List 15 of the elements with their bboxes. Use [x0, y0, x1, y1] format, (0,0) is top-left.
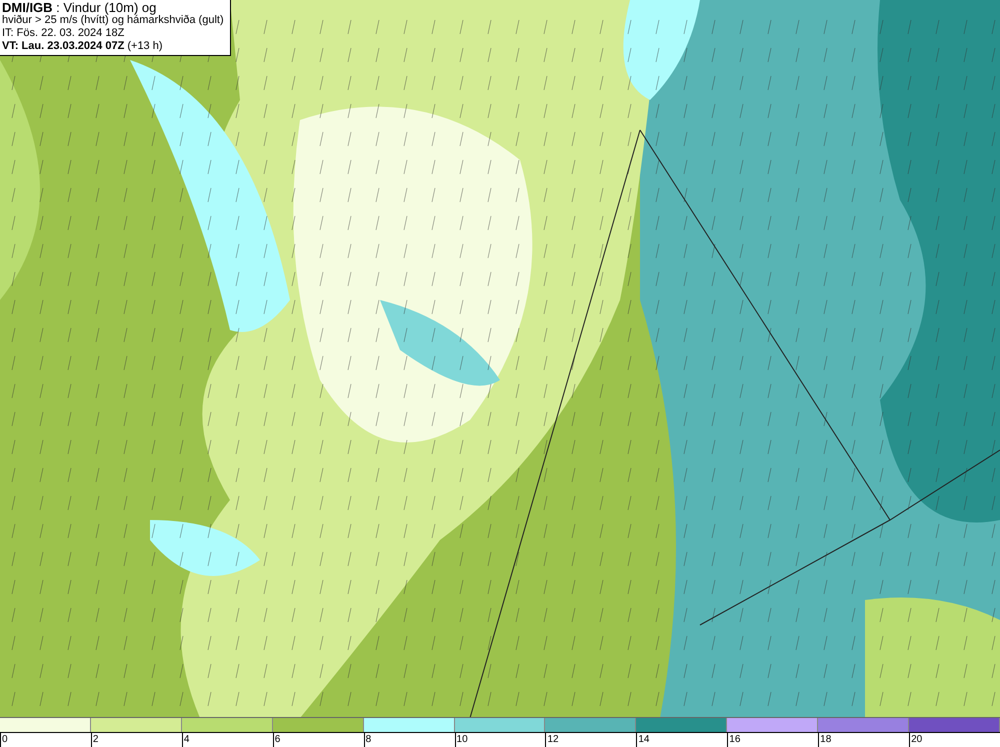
scale-label: 10	[454, 733, 468, 747]
scale-label: 16	[727, 733, 740, 747]
scale-label: 18	[818, 733, 832, 747]
scale-label: 0	[0, 733, 8, 747]
scale-label: 6	[272, 733, 280, 747]
info-text: DMI/IGB : Vindur (10m) og	[2, 1, 156, 14]
scale-label: 12	[545, 733, 559, 747]
scale-label: 4	[182, 733, 190, 747]
info-text: hviður > 25 m/s (hvítt) og hámarkshviða (gult)	[2, 14, 225, 27]
scale-label: 2	[90, 733, 98, 747]
scale-label: 14	[636, 733, 650, 747]
scale-label: 8	[364, 733, 372, 747]
scale-label: 20	[909, 733, 922, 747]
info-text: IT: Fös. 22. 03. 2024 18Z	[2, 27, 126, 40]
info-text: VT: Lau. 23.03.2024 07Z (+13 h)	[2, 40, 164, 53]
